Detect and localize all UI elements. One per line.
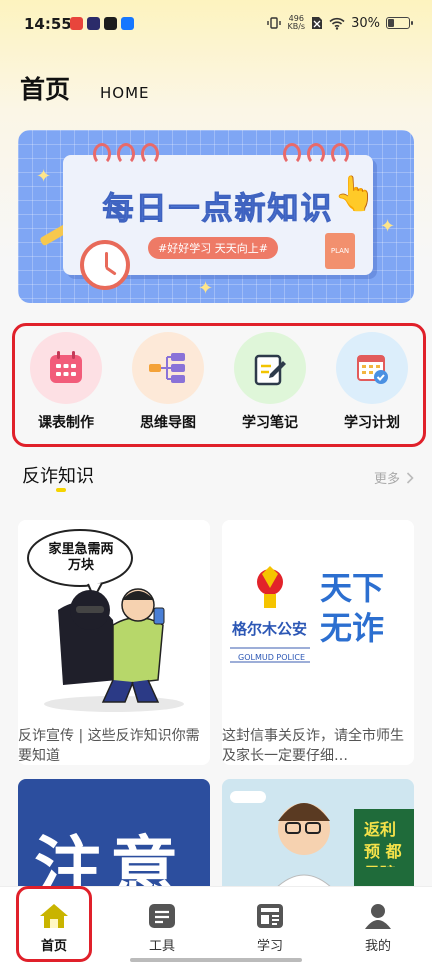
plan-icon — [336, 332, 408, 404]
tab-tools[interactable]: 工具 — [108, 887, 216, 964]
app-notification-icon — [104, 17, 117, 30]
alarm-clock-illustration — [80, 240, 130, 290]
quick-action-label: 课表制作 — [38, 415, 94, 431]
tab-study[interactable]: 学习 — [216, 887, 324, 964]
battery-icon — [386, 17, 413, 29]
article-thumbnail: 格尔木公安 GOLMUD POLICE 天下无诈 — [222, 520, 414, 720]
pointing-hand-illustration: 👆 — [333, 174, 376, 214]
article-caption: 反诈宣传 | 这些反诈知识你需要知道 — [18, 728, 200, 764]
sparkle-icon: ✦ — [36, 166, 52, 187]
note-icon — [234, 332, 306, 404]
status-right: 496 KB/s 30% — [267, 15, 413, 31]
plan-sticker: PLAN — [325, 233, 355, 269]
section-header: 反诈知识 更多 — [22, 460, 414, 496]
article-card[interactable]: 格尔木公安 GOLMUD POLICE 天下无诈 这封信事关反诈，请全市师生及家… — [222, 520, 414, 765]
wifi-icon — [329, 17, 345, 30]
article-caption: 这封信事关反诈，请全市师生及家长一定要仔细… — [222, 728, 404, 764]
binder-rings — [93, 143, 159, 165]
study-icon — [257, 904, 283, 928]
mindmap-icon — [132, 332, 204, 404]
article-card[interactable]: 注意 — [18, 779, 210, 899]
alipay-icon — [121, 17, 134, 30]
more-link[interactable]: 更多 — [374, 468, 414, 487]
net-speed-unit: KB/s — [287, 22, 306, 31]
quick-actions-highlight: 课表制作 思维导图 学习笔记 学习计划 — [12, 323, 426, 447]
quick-action-label: 学习计划 — [344, 415, 400, 431]
promo-banner[interactable]: ✦ ✦ ✦ 每日一点新知识 #好好学习 天天向上# PLAN 👆 — [18, 130, 414, 303]
tools-icon — [149, 904, 175, 928]
tab-label: 首页 — [40, 939, 67, 954]
section-underline — [56, 488, 66, 492]
tab-home[interactable]: 首页 — [0, 887, 108, 964]
bottom-tab-bar: 首页 工具 学习 我的 — [0, 886, 432, 964]
quick-action-plan[interactable]: 学习计划 — [327, 332, 417, 444]
quick-action-label: 学习笔记 — [242, 415, 298, 431]
more-label: 更多 — [373, 472, 400, 487]
sparkle-icon: ✦ — [380, 216, 396, 237]
net-speed: 496 KB/s — [287, 15, 305, 31]
thumbnail-police-en: GOLMUD POLICE — [238, 653, 305, 662]
home-indicator — [130, 958, 302, 962]
article-card[interactable]: 返利预 都是骗 — [222, 779, 414, 899]
app-notification-icon — [87, 17, 100, 30]
thumbnail-slogan-text: 天下无诈 — [320, 569, 385, 647]
page-subtitle: HOME — [100, 84, 150, 102]
binder-rings — [283, 143, 349, 165]
tab-label: 我的 — [364, 939, 391, 954]
profile-icon — [365, 904, 391, 929]
chevron-right-icon — [406, 471, 414, 484]
quick-action-schedule[interactable]: 课表制作 — [21, 332, 111, 444]
section-title: 反诈知识 — [22, 466, 94, 487]
thumbnail-police-text: 格尔木公安 — [232, 620, 308, 638]
quick-action-mindmap[interactable]: 思维导图 — [123, 332, 213, 444]
quick-action-label: 思维导图 — [140, 415, 196, 431]
status-bar: 14:55 496 KB/s 30% — [0, 0, 432, 52]
page-title: 首页 — [20, 75, 71, 104]
sparkle-icon: ✦ — [198, 278, 214, 299]
banner-headline: 每日一点新知识 — [102, 191, 334, 228]
tab-profile[interactable]: 我的 — [324, 887, 432, 964]
calendar-icon — [30, 332, 102, 404]
battery-percent: 30% — [351, 15, 380, 31]
app-notification-icon — [70, 17, 83, 30]
thumbnail-speech-text: 家里急需两万块 — [48, 542, 114, 573]
quick-action-notes[interactable]: 学习笔记 — [225, 332, 315, 444]
tab-label: 学习 — [256, 939, 283, 954]
vibrate-icon — [267, 17, 282, 29]
battery-fill — [388, 19, 394, 27]
home-icon — [40, 904, 68, 928]
status-time: 14:55 — [24, 15, 72, 33]
tab-label: 工具 — [148, 939, 175, 954]
article-card[interactable]: 家里急需两万块 反诈宣传 | 这些反诈知识你需要知道 — [18, 520, 210, 765]
article-thumbnail: 家里急需两万块 — [18, 520, 210, 720]
banner-tag: #好好学习 天天向上# — [148, 237, 278, 259]
thumbnail-board-text: 返利预 都是骗 — [364, 820, 402, 867]
status-app-icons — [70, 17, 134, 30]
no-sim-icon — [312, 17, 323, 29]
